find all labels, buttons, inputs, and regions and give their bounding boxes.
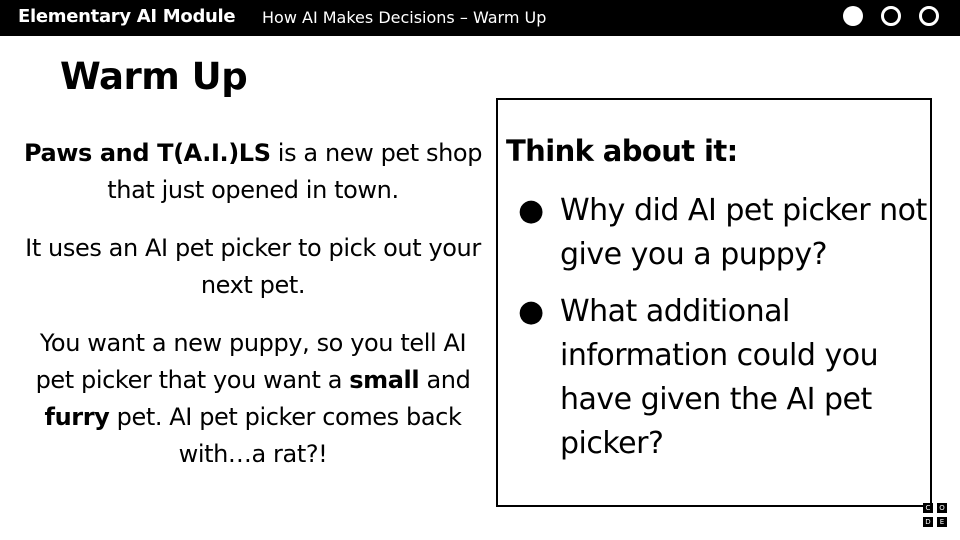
question-2-text: What additional information could you ha…	[560, 294, 879, 461]
bullet-icon: ●	[518, 294, 544, 329]
logo-letter-o: O	[937, 503, 947, 513]
paragraph-3-part-b: and	[419, 366, 471, 394]
paragraph-3-part-c: pet. AI pet picker comes back with…a rat…	[109, 403, 462, 468]
module-title: Elementary AI Module	[18, 6, 236, 27]
keyword-furry: furry	[44, 403, 110, 431]
progress-dot-1	[843, 6, 863, 26]
logo-letter-c: C	[923, 503, 933, 513]
shop-name: Paws and T(A.I.)LS	[23, 139, 271, 167]
slide-heading: Warm Up	[60, 55, 248, 98]
logo-letter-e: E	[937, 517, 947, 527]
code-logo: C O D E	[923, 503, 948, 528]
header-bar: Elementary AI Module How AI Makes Decisi…	[0, 0, 960, 36]
scenario-text: Paws and T(A.I.)LS is a new pet shop tha…	[20, 135, 486, 494]
progress-dot-2	[881, 6, 901, 26]
paragraph-2: It uses an AI pet picker to pick out you…	[25, 234, 481, 299]
lesson-title: How AI Makes Decisions – Warm Up	[262, 8, 547, 27]
paragraph-1: Paws and T(A.I.)LS is a new pet shop tha…	[20, 135, 486, 209]
keyword-small: small	[349, 366, 420, 394]
progress-dot-3	[919, 6, 939, 26]
paragraph-3: You want a new puppy, so you tell AI pet…	[20, 325, 486, 473]
bullet-icon: ●	[518, 193, 544, 228]
think-about-it-title: Think about it:	[506, 134, 738, 168]
question-1-text: Why did AI pet picker not give you a pup…	[560, 193, 927, 272]
logo-letter-d: D	[923, 517, 933, 527]
